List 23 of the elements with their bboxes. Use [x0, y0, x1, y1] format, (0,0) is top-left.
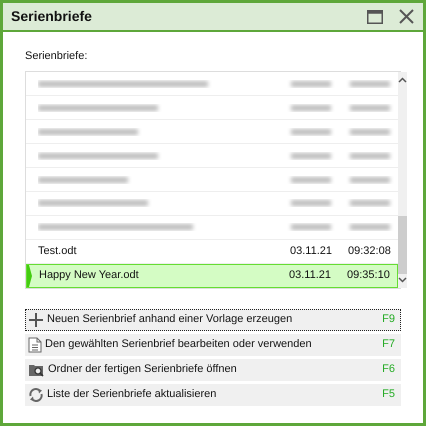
refresh-icon: [28, 386, 44, 402]
file-time: 09:35:10: [347, 268, 391, 284]
list-label: Serienbriefe:: [25, 49, 88, 64]
file-time: 09:32:08: [348, 244, 392, 259]
window-title: Serienbriefe: [11, 7, 93, 26]
file-date: 03.11.21: [289, 268, 332, 284]
file-date: 03.11.21: [290, 244, 334, 259]
file-name: Happy New Year.odt: [39, 268, 140, 284]
scroll-up-icon[interactable]: [398, 76, 407, 82]
plus-icon: [28, 312, 44, 328]
action-button[interactable]: Den gewählten Serienbrief bearbeiten oder verwenden F7: [25, 334, 401, 356]
close-button[interactable]: [397, 8, 415, 26]
scrollbar[interactable]: [398, 72, 407, 288]
scroll-down-icon[interactable]: [398, 276, 407, 282]
action-button[interactable]: Neuen Serienbrief anhand einer Vorlage erzeugen F9: [25, 308, 401, 330]
file-name: Test.odt: [38, 244, 78, 259]
document-icon: [28, 336, 42, 352]
action-button[interactable]: Ordner der fertigen Serienbriefe öffnen F6: [25, 358, 401, 380]
scroll-thumb[interactable]: [398, 216, 407, 274]
list-row[interactable]: Happy New Year.odt 03.11.21 09:35:10: [26, 264, 398, 288]
action-button[interactable]: Liste der Serienbriefe aktualisieren F5: [25, 384, 401, 406]
maximize-button[interactable]: [365, 8, 385, 26]
selection-marker-icon: [27, 264, 32, 287]
